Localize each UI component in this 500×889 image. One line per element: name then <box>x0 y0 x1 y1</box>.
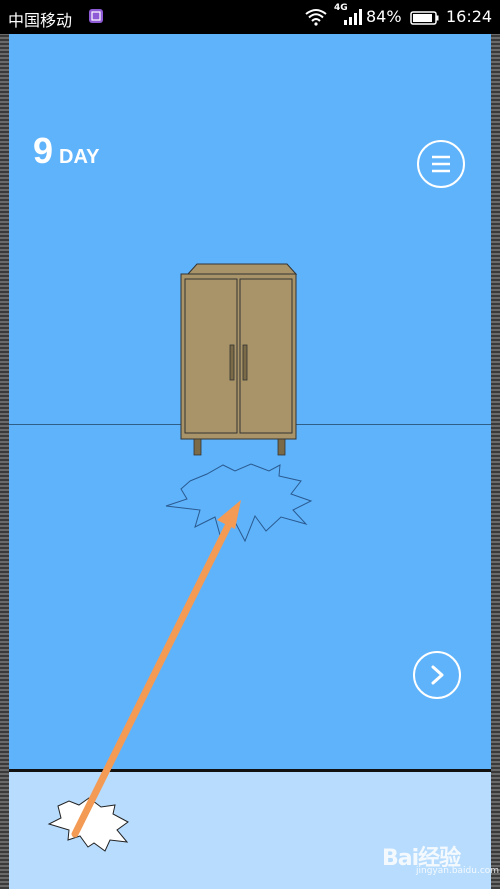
notification-icon <box>88 8 104 28</box>
clock: 16:24 <box>446 7 493 26</box>
scene-layer <box>47 263 313 852</box>
battery-icon <box>410 10 440 29</box>
cabinet-top <box>186 263 298 275</box>
cabinet-right-leg <box>277 438 286 456</box>
status-bar: 中国移动 4G 84% 16:24 <box>0 0 500 34</box>
battery-percent: 84% <box>366 7 402 26</box>
cabinet-left-leg <box>193 438 202 456</box>
cabinet-right-door <box>239 278 293 434</box>
cabinet[interactable] <box>180 263 298 456</box>
baidu-watermark: Bai经验 jingyan.baidu.com <box>382 836 499 882</box>
signal-icon <box>342 8 362 30</box>
cabinet-right-handle <box>242 344 248 381</box>
watermark-url: jingyan.baidu.com <box>416 866 500 876</box>
orange-arrow <box>71 500 241 838</box>
carrier-name: 中国移动 <box>8 11 73 30</box>
wifi-icon <box>304 8 328 30</box>
game-screen: 9 DAY <box>9 34 491 889</box>
left-frame-border <box>0 34 9 889</box>
cabinet-left-handle <box>229 344 235 381</box>
right-frame-border <box>491 34 500 889</box>
cabinet-left-door <box>184 278 238 434</box>
